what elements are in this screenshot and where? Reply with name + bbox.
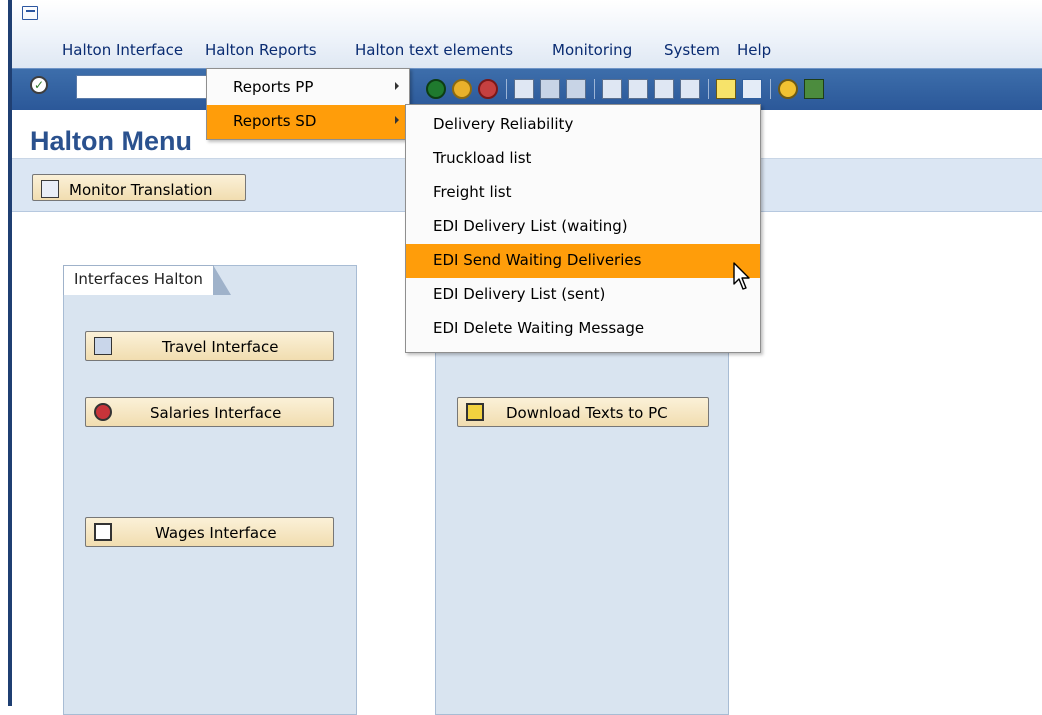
calculator-icon [94, 523, 112, 541]
menu-halton-reports[interactable]: Halton Reports [205, 41, 317, 59]
exit-icon[interactable] [452, 79, 472, 99]
toolbar-separator [708, 79, 709, 99]
interfaces-panel: Interfaces Halton Travel Interface Salar… [63, 265, 357, 715]
pc-download-icon [466, 403, 484, 421]
last-page-icon[interactable] [680, 79, 700, 99]
menu-monitoring[interactable]: Monitoring [552, 41, 632, 59]
find-icon[interactable] [540, 79, 560, 99]
system-menu-icon[interactable] [22, 6, 38, 20]
menu-edi-delivery-list-sent[interactable]: EDI Delivery List (sent) [406, 278, 760, 312]
page-title: Halton Menu [30, 126, 192, 156]
reports-menu-dropdown: Reports PP Reports SD [206, 68, 410, 140]
print-icon[interactable] [514, 79, 534, 99]
first-page-icon[interactable] [602, 79, 622, 99]
menu-bar: Halton Interface Halton Reports Halton t… [12, 0, 1042, 69]
toolbar-separator [594, 79, 595, 99]
interfaces-tab: Interfaces Halton [63, 265, 231, 295]
travel-icon [94, 337, 112, 355]
monitor-translation-button[interactable]: Monitor Translation [32, 174, 246, 201]
menu-edi-send-waiting-deliveries[interactable]: EDI Send Waiting Deliveries [406, 244, 760, 278]
menu-truckload-list[interactable]: Truckload list [406, 142, 760, 176]
create-session-icon[interactable] [716, 79, 736, 99]
menu-halton-interface[interactable]: Halton Interface [62, 41, 183, 59]
submenu-arrow-icon [395, 82, 399, 90]
cancel-icon[interactable] [478, 79, 498, 99]
next-page-icon[interactable] [654, 79, 674, 99]
toolbar-separator [506, 79, 507, 99]
wages-interface-button[interactable]: Wages Interface [85, 517, 334, 547]
menu-system[interactable]: System [664, 41, 720, 59]
reports-sd-submenu: Delivery Reliability Truckload list Frei… [405, 104, 761, 353]
find-next-icon[interactable] [566, 79, 586, 99]
monitor-icon [41, 180, 59, 198]
ok-icon[interactable]: ✓ [30, 76, 48, 94]
menu-freight-list[interactable]: Freight list [406, 176, 760, 210]
travel-interface-button[interactable]: Travel Interface [85, 331, 334, 361]
command-field[interactable] [76, 75, 216, 99]
menu-help[interactable]: Help [737, 41, 771, 59]
mouse-cursor-icon [733, 262, 750, 290]
menu-delivery-reliability[interactable]: Delivery Reliability [406, 108, 760, 142]
download-texts-button[interactable]: Download Texts to PC [457, 397, 709, 427]
submenu-arrow-icon [395, 116, 399, 124]
help-icon[interactable] [778, 79, 798, 99]
back-icon[interactable] [426, 79, 446, 99]
salaries-icon [94, 403, 112, 421]
menu-reports-pp[interactable]: Reports PP [207, 71, 409, 105]
menu-edi-delete-waiting-message[interactable]: EDI Delete Waiting Message [406, 312, 760, 346]
previous-page-icon[interactable] [628, 79, 648, 99]
menu-reports-sd[interactable]: Reports SD [207, 105, 409, 139]
layout-menu-icon[interactable] [804, 79, 824, 99]
menu-halton-text-elements[interactable]: Halton text elements [355, 41, 513, 59]
toolbar-separator [770, 79, 771, 99]
salaries-interface-button[interactable]: Salaries Interface [85, 397, 334, 427]
menu-edi-delivery-list-waiting[interactable]: EDI Delivery List (waiting) [406, 210, 760, 244]
shortcut-icon[interactable] [742, 79, 762, 99]
